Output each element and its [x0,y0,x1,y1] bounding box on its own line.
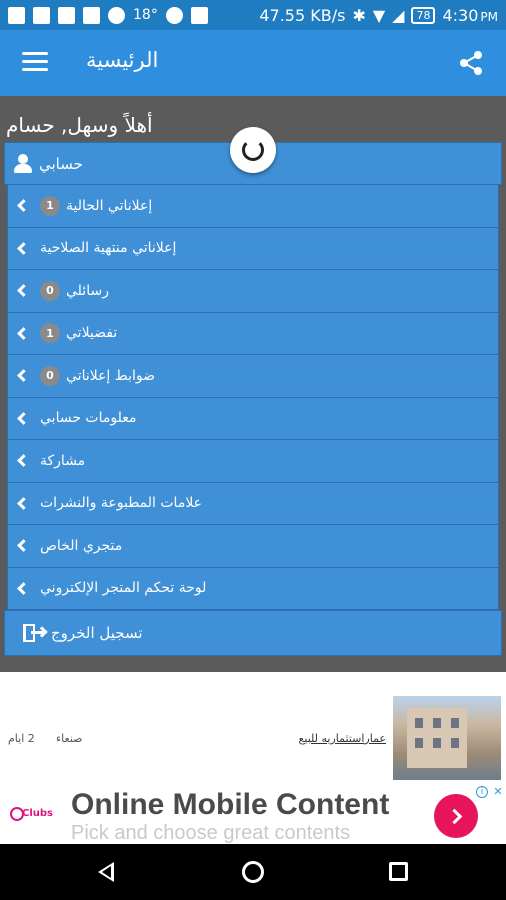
ad-info-icon[interactable]: i [476,786,488,798]
facebook-icon [8,6,25,24]
menu-item-label: ضوابط إعلاناتي [66,367,155,384]
chevron-right-icon [446,808,462,824]
twitter-icon [165,6,183,24]
count-badge: 0 [40,280,60,301]
menu-item-messages[interactable]: 0 رسائلي [7,270,499,313]
battery-icon: 78 [411,6,436,24]
clock: 4:30 PM [442,5,498,25]
signal-icon: ◢ [392,5,405,25]
chevron-left-icon [17,496,30,510]
hamburger-menu-icon[interactable] [22,52,48,72]
person-icon [13,153,33,174]
menu-item-label: إعلاناتي منتهية الصلاحية [40,240,177,257]
bluetooth-icon: ✱ [352,5,366,25]
ad-go-button[interactable] [434,794,478,838]
temperature: 18° [133,7,158,23]
logout-label: تسجيل الخروج [51,624,143,642]
image-icon [83,6,100,24]
listing-title-link[interactable]: عماراستثماريه للبيع [299,732,386,745]
system-nav-bar [0,844,506,900]
listing-card[interactable]: عماراستثماريه للبيع صنعاء 2 ايام [0,672,506,784]
ad-title: Online Mobile Content [71,788,390,821]
logout-icon [23,624,48,642]
count-badge: 0 [40,365,60,386]
app-notification-icon [58,6,75,24]
wifi-icon: ▼ [372,5,386,25]
listing-city: صنعاء [56,732,83,745]
network-speed: 47.55 KB/s [259,5,346,25]
page-title: الرئيسية [86,48,159,72]
chevron-left-icon [17,369,30,383]
ad-close-icon[interactable]: ✕ [492,786,504,798]
recent-apps-icon[interactable] [389,862,408,881]
chevron-left-icon [17,411,30,425]
chevron-left-icon [17,241,30,255]
menu-item-label: لوحة تحكم المتجر الإلكتروني [40,580,207,597]
status-bar: 18° 47.55 KB/s ✱ ▼ ◢ 78 4:30 PM [0,0,506,30]
menu-item-label: إعلاناتي الحالية [66,197,153,214]
chevron-left-icon [17,284,30,298]
chevron-left-icon [17,199,30,213]
ad-subtitle: Pick and choose great contents [71,822,351,844]
download-complete-icon [190,6,208,24]
greeting-text: أهلاً وسهل, حسام [6,113,153,137]
count-badge: 1 [40,323,60,344]
snapchat-icon [108,6,125,24]
app-bar: الرئيسية [0,30,506,96]
logout-button[interactable]: تسجيل الخروج [4,610,502,656]
account-label: حسابي [39,154,83,173]
chevron-left-icon [17,581,30,595]
account-menu: حسابي 1 إعلاناتي الحالية إعلاناتي منتهية… [4,142,502,656]
menu-item-favorites[interactable]: 1 تفضيلاتي [7,312,499,355]
menu-item-label: تفضيلاتي [66,325,118,342]
listing-age: 2 ايام [8,732,35,745]
chevron-left-icon [17,539,30,553]
listing-image[interactable] [393,696,501,780]
home-icon[interactable] [242,861,264,883]
share-icon[interactable] [458,50,484,76]
chevron-left-icon [17,454,30,468]
menu-item-label: متجري الخاص [40,537,123,554]
menu-item-label: رسائلي [66,282,109,299]
loading-spinner [230,127,276,173]
menu-item-account-info[interactable]: معلومات حسابي [7,397,499,440]
count-badge: 1 [40,195,60,216]
back-icon[interactable] [98,862,114,882]
ad-logo: Clubs [10,804,54,826]
menu-item-my-store[interactable]: متجري الخاص [7,525,499,568]
menu-item-publications[interactable]: علامات المطبوعة والنشرات [7,482,499,525]
ad-banner[interactable]: Clubs Online Mobile Content Pick and cho… [0,784,506,844]
menu-item-current-ads[interactable]: 1 إعلاناتي الحالية [7,185,499,228]
menu-item-ad-rules[interactable]: 0 ضوابط إعلاناتي [7,355,499,398]
chevron-left-icon [17,326,30,340]
menu-item-share[interactable]: مشاركة [7,440,499,483]
menu-item-label: معلومات حسابي [40,410,137,427]
menu-item-label: علامات المطبوعة والنشرات [40,495,203,512]
menu-item-label: مشاركة [40,452,86,469]
menu-item-expired-ads[interactable]: إعلاناتي منتهية الصلاحية [7,227,499,270]
gmail-icon [33,6,50,24]
menu-item-store-dashboard[interactable]: لوحة تحكم المتجر الإلكتروني [7,567,499,610]
spinner-icon [242,139,264,161]
